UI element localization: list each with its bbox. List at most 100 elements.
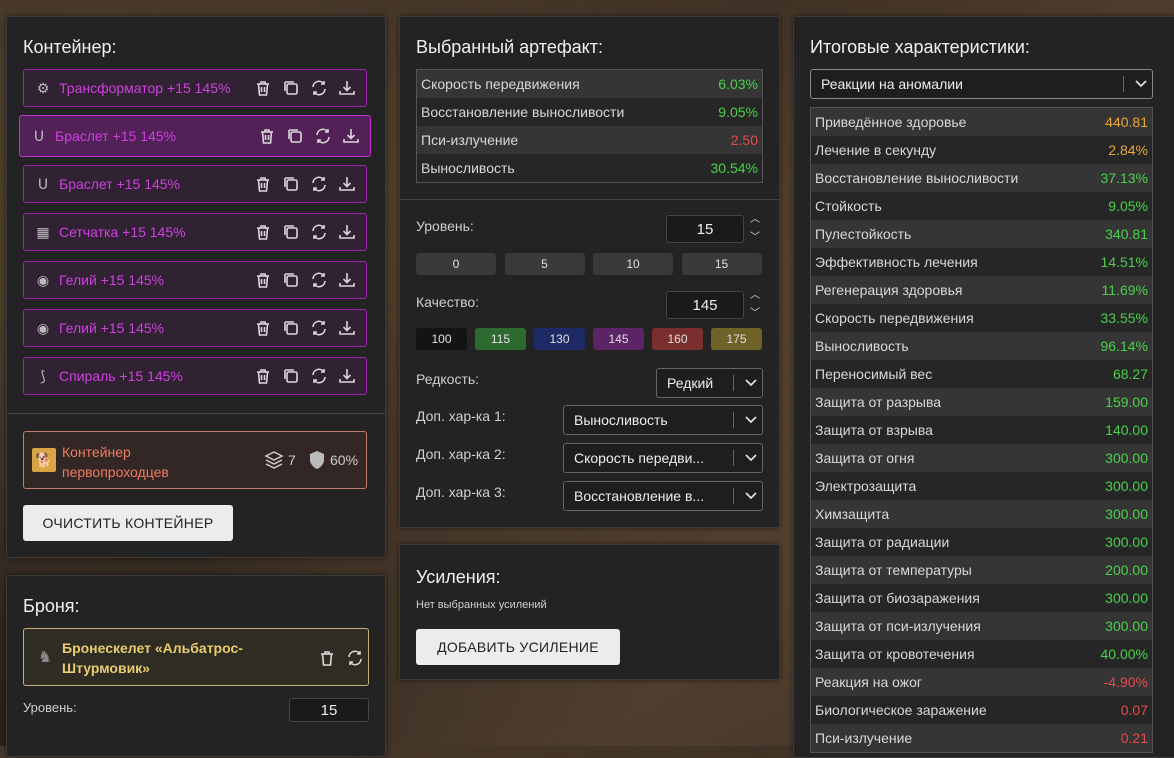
stat-value: 40.00% — [1100, 646, 1148, 662]
rarity-label: Редкость: — [416, 371, 480, 387]
level-spinner[interactable]: ︿ ﹀ — [750, 215, 762, 243]
selected-container[interactable]: 🐕 Контейнер первопроходцев 7 60% — [23, 431, 367, 489]
stat-row: Химзащита 300.00 — [811, 500, 1152, 528]
refresh-icon[interactable] — [344, 647, 366, 669]
quality-input[interactable]: 145 — [666, 291, 744, 319]
stat-row: Стойкость 9.05% — [811, 192, 1152, 220]
container-item[interactable]: ⚙ Трансформатор +15 145% — [23, 69, 367, 107]
copy-icon[interactable] — [280, 77, 302, 99]
container-item[interactable]: ◉ Гелий +15 145% — [23, 309, 367, 347]
container-panel: Контейнер: ⚙ Трансформатор +15 145% ᑌ Брасл… — [6, 16, 386, 558]
trash-icon[interactable] — [252, 317, 274, 339]
quality-preset-chip[interactable]: 160 — [652, 328, 703, 350]
container-item[interactable]: ᑌ Браслет +15 145% — [23, 165, 367, 203]
stat-label: Скорость передвижения — [421, 76, 580, 92]
stat-value: 2.50 — [730, 132, 758, 148]
armor-panel: Броня: ♞ Бронескелет «Альбатрос-Штурмови… — [6, 575, 386, 757]
download-icon[interactable] — [336, 173, 358, 195]
stat-value: 11.69% — [1101, 282, 1148, 298]
chevron-up-icon[interactable]: ︿ — [750, 291, 762, 301]
download-icon[interactable] — [336, 365, 358, 387]
container-slots: 7 — [288, 452, 296, 468]
stat-label: Переносимый вес — [815, 366, 933, 382]
chevron-down-icon — [740, 454, 762, 462]
extra-stat-value: Скорость передви... — [574, 450, 705, 466]
download-icon[interactable] — [340, 125, 362, 147]
chevron-down-icon[interactable]: ﹀ — [750, 233, 762, 243]
stat-row: Защита от взрыва 140.00 — [811, 416, 1152, 444]
extra-stat-value: Восстановление в... — [574, 488, 705, 504]
refresh-icon[interactable] — [308, 173, 330, 195]
rarity-select[interactable]: Редкий — [656, 368, 763, 398]
refresh-icon[interactable] — [308, 365, 330, 387]
level-preset-chip[interactable]: 10 — [593, 253, 673, 275]
stat-label: Пси-излучение — [815, 730, 913, 746]
copy-icon[interactable] — [284, 125, 306, 147]
clear-container-button[interactable]: ОЧИСТИТЬ КОНТЕЙНЕР — [23, 505, 233, 541]
stat-label: Защита от взрыва — [815, 422, 933, 438]
trash-icon[interactable] — [252, 173, 274, 195]
container-item-name: Гелий +15 145% — [59, 272, 165, 288]
copy-icon[interactable] — [280, 317, 302, 339]
quality-preset-chip[interactable]: 130 — [534, 328, 585, 350]
add-boost-button[interactable]: ДОБАВИТЬ УСИЛЕНИЕ — [416, 629, 620, 665]
stat-row: Электрозащита 300.00 — [811, 472, 1152, 500]
chevron-down-icon — [740, 416, 762, 424]
stat-value: 159.00 — [1105, 394, 1148, 410]
download-icon[interactable] — [336, 77, 358, 99]
trash-icon[interactable] — [252, 77, 274, 99]
bracelet-icon: ᑌ — [37, 175, 49, 192]
container-item[interactable]: ᑌ Браслет +15 145% — [19, 115, 371, 157]
trash-icon[interactable] — [256, 125, 278, 147]
quality-preset-chip[interactable]: 145 — [593, 328, 644, 350]
quality-preset-chip[interactable]: 115 — [475, 328, 526, 350]
quality-preset-chip[interactable]: 100 — [416, 328, 467, 350]
stat-value: 300.00 — [1105, 590, 1148, 606]
trash-icon[interactable] — [252, 269, 274, 291]
extra-stat-select[interactable]: Восстановление в... — [563, 481, 763, 511]
stat-value: 440.81 — [1105, 114, 1148, 130]
copy-icon[interactable] — [280, 221, 302, 243]
refresh-icon[interactable] — [312, 125, 334, 147]
extra-stat-value: Выносливость — [574, 412, 668, 428]
refresh-icon[interactable] — [308, 77, 330, 99]
refresh-icon[interactable] — [308, 317, 330, 339]
artifact-panel: Выбранный артефакт: Скорость передвижени… — [399, 16, 780, 528]
container-item[interactable]: ▦ Сетчатка +15 145% — [23, 213, 367, 251]
quality-preset-chip[interactable]: 175 — [711, 328, 762, 350]
copy-icon[interactable] — [280, 269, 302, 291]
trash-icon[interactable] — [252, 365, 274, 387]
container-item[interactable]: ⟆ Спираль +15 145% — [23, 357, 367, 395]
divider — [400, 199, 779, 200]
download-icon[interactable] — [336, 221, 358, 243]
extra-stat-select[interactable]: Выносливость — [563, 405, 763, 435]
chevron-down-icon[interactable]: ﹀ — [750, 309, 762, 319]
spiral-icon: ⟆ — [40, 367, 46, 384]
download-icon[interactable] — [336, 269, 358, 291]
armor-level-input[interactable]: 15 — [289, 698, 369, 722]
stat-value: 200.00 — [1105, 562, 1148, 578]
totals-filter-select[interactable]: Реакции на аномалии — [810, 69, 1153, 99]
refresh-icon[interactable] — [308, 269, 330, 291]
extra-stat-select[interactable]: Скорость передви... — [563, 443, 763, 473]
trash-icon[interactable] — [252, 221, 274, 243]
download-icon[interactable] — [336, 317, 358, 339]
level-preset-chip[interactable]: 5 — [504, 253, 585, 275]
copy-icon[interactable] — [280, 173, 302, 195]
level-preset-chip[interactable]: 0 — [416, 253, 496, 275]
container-item[interactable]: ◉ Гелий +15 145% — [23, 261, 367, 299]
chevron-up-icon[interactable]: ︿ — [750, 215, 762, 225]
stat-row: Эффективность лечения 14.51% — [811, 248, 1152, 276]
refresh-icon[interactable] — [308, 221, 330, 243]
stat-label: Защита от радиации — [815, 534, 950, 550]
level-input[interactable]: 15 — [666, 215, 744, 243]
copy-icon[interactable] — [280, 365, 302, 387]
quality-spinner[interactable]: ︿ ﹀ — [750, 291, 762, 319]
armor-item[interactable]: ♞ Бронескелет «Альбатрос-Штурмовик» — [23, 628, 369, 686]
armor-name: Бронескелет «Альбатрос-Штурмовик» — [62, 640, 243, 676]
extra-stat-label: Доп. хар-ка 1: — [416, 408, 506, 424]
doge-container-icon: 🐕 — [32, 448, 56, 472]
container-item-name: Спираль +15 145% — [59, 368, 183, 384]
level-preset-chip[interactable]: 15 — [681, 253, 762, 275]
trash-icon[interactable] — [316, 647, 338, 669]
